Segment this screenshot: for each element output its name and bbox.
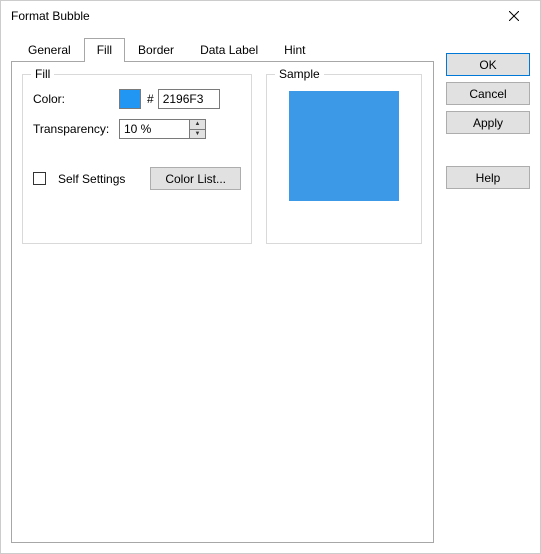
right-button-column: OK Cancel Apply Help <box>446 37 530 543</box>
color-list-button[interactable]: Color List... <box>150 167 241 190</box>
sample-swatch <box>289 91 399 201</box>
sample-legend: Sample <box>275 67 324 81</box>
apply-button[interactable]: Apply <box>446 111 530 134</box>
tab-data-label[interactable]: Data Label <box>187 38 271 62</box>
transparency-label: Transparency: <box>33 122 119 136</box>
close-button[interactable] <box>494 2 534 30</box>
sample-group: Sample <box>266 74 422 244</box>
button-spacer <box>446 140 530 160</box>
tab-border[interactable]: Border <box>125 38 187 62</box>
ok-button[interactable]: OK <box>446 53 530 76</box>
fill-group: Fill Color: # Transparency: ▲ ▼ <box>22 74 252 244</box>
tab-panel: Fill Color: # Transparency: ▲ ▼ <box>11 61 434 543</box>
cancel-button[interactable]: Cancel <box>446 82 530 105</box>
self-settings-label: Self Settings <box>58 172 125 186</box>
tab-hint[interactable]: Hint <box>271 38 318 62</box>
fill-bottom-row: Self Settings Color List... <box>33 167 241 190</box>
left-column: General Fill Border Data Label Hint Fill… <box>11 37 434 543</box>
dialog-content: General Fill Border Data Label Hint Fill… <box>1 31 540 553</box>
tab-fill[interactable]: Fill <box>84 38 125 62</box>
close-icon <box>509 11 519 21</box>
transparency-input[interactable] <box>119 119 189 139</box>
self-settings-checkbox[interactable] <box>33 172 46 185</box>
spinner-down[interactable]: ▼ <box>190 130 205 139</box>
window-title: Format Bubble <box>11 9 90 23</box>
spinner-up[interactable]: ▲ <box>190 120 205 130</box>
color-row: Color: # <box>33 89 241 109</box>
transparency-row: Transparency: ▲ ▼ <box>33 119 241 139</box>
tab-general[interactable]: General <box>15 38 84 62</box>
title-bar: Format Bubble <box>1 1 540 31</box>
hash-symbol: # <box>147 92 154 106</box>
tab-strip: General Fill Border Data Label Hint <box>15 38 434 62</box>
color-hex-input[interactable] <box>158 89 220 109</box>
color-label: Color: <box>33 92 119 106</box>
spinner-buttons: ▲ ▼ <box>189 119 206 139</box>
transparency-spinner: ▲ ▼ <box>119 119 206 139</box>
help-button[interactable]: Help <box>446 166 530 189</box>
fill-legend: Fill <box>31 67 54 81</box>
color-swatch[interactable] <box>119 89 141 109</box>
